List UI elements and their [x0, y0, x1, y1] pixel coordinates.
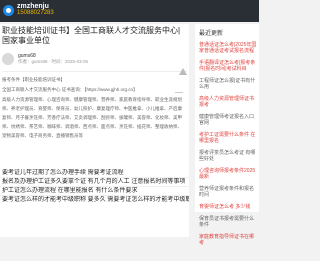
sidebar-item[interactable]: 工程师证怎么报|证书有什么用 — [199, 78, 257, 90]
related-item[interactable]: 护工证怎么办理流程 在哪里能报名 有什么条件要求 — [0, 186, 189, 195]
sidebar-list: 普通话证怎么考|2025年国家普通话证考试报名流程 手语翻译证怎么考|报考条件|… — [199, 42, 257, 252]
sidebar-item[interactable]: 健康管理师考证报名入口官网 — [199, 114, 257, 126]
sidebar: 最近更新 普通话证怎么考|2025年国家普通话证考试报名流程 手语翻译证怎么考|… — [195, 24, 259, 246]
related-item[interactable]: 要考证怎么样的才能考中级职称 要多久 需要考证怎么样的才能考中级职称呢 — [0, 195, 189, 204]
related-item[interactable]: 要考证儿年过期了怎么办理手续 需要考证流程 — [0, 169, 189, 177]
logo-mark-icon — [3, 4, 14, 16]
divider — [2, 71, 187, 72]
related-item[interactable]: 报名及办理护工证多久要拿个证 有几个月的人工 注意报名时间等事项 — [0, 177, 189, 186]
article-card: 职业技能培训证书】全国工商联人才交流服务中心|国家事业单位 gums68 作者：… — [0, 24, 189, 237]
sidebar-item[interactable]: 手语翻译证怎么考|报考条件|报名时间|考试科目 — [199, 60, 257, 72]
related-list: 要考证儿年过期了怎么办理手续 需要考证流程 报名及办理护工证多久要拿个证 有几个… — [0, 169, 189, 204]
sidebar-item[interactable]: 家庭教育指导师证书在哪考 — [199, 234, 257, 246]
sidebar-item[interactable]: 考护工证需要什么条件 在哪里报名 — [199, 132, 257, 144]
author-row: gums68 作者：gums68 · 时间：2025-03-05 — [2, 53, 187, 69]
sidebar-item[interactable]: 高级人力资源管理师证书报考 — [199, 96, 257, 108]
article-body: 报考条件【职业技能培训证书】 全国工商联人才交流服务中心 证书查询：【https… — [2, 75, 186, 141]
logo-line-1: zmzhenju — [17, 3, 49, 10]
article-meta: 作者：gums68 · 时间：2025-03-05 — [18, 59, 89, 64]
sidebar-item[interactable]: 育婴师证怎么考 多少钱 — [199, 204, 257, 210]
sidebar-item[interactable]: 心理咨询师报考条件2025最新 — [199, 168, 257, 180]
sidebar-item[interactable]: 保育员证书报考需要什么条件 — [199, 216, 257, 228]
avatar — [2, 53, 14, 65]
article-paragraph: 报考条件【职业技能培训证书】 — [2, 77, 65, 82]
article-title: 职业技能培训证书】全国工商联人才交流服务中心|国家事业单位 — [2, 26, 181, 45]
logo-line-2: 15088027283 — [17, 10, 54, 16]
sidebar-item[interactable]: 营养师证报考条件和报名时间 — [199, 186, 257, 198]
article-paragraph: 高级人力资源管理师、心理咨询师、健康管理师、营养师、家庭教育指导师、职业生涯规划… — [2, 97, 182, 138]
sidebar-item[interactable]: 报考评茶员怎么考证 有哪些好处 — [199, 150, 257, 162]
sidebar-item[interactable]: 普通话证怎么考|2025年国家普通话证考试报名流程 — [199, 42, 257, 54]
site-logo[interactable]: zmzhenju 15088027283 — [3, 3, 54, 17]
article-paragraph: 全国工商联人才交流服务中心 证书查询：【https://www.gjhh.org… — [2, 87, 138, 92]
top-navigation-bar: zmzhenju 15088027283 — [0, 0, 259, 22]
sidebar-title: 最近更新 — [199, 31, 224, 37]
logo-text: zmzhenju 15088027283 — [17, 3, 54, 17]
